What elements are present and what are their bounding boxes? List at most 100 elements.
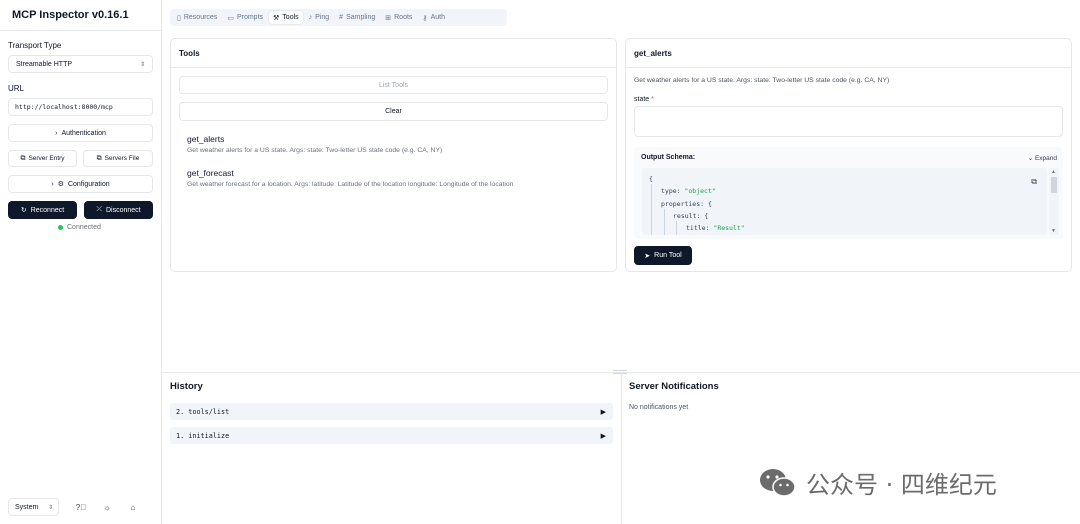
reconnect-button[interactable]: ↻ Reconnect — [8, 201, 77, 219]
history-item-label: 1. initialize — [176, 431, 230, 440]
code-line: properties: { — [661, 200, 712, 208]
app-root: MCP Inspector v0.16.1 Transport Type Str… — [0, 0, 1080, 524]
code-line: { — [649, 175, 653, 183]
message-icon: ▭ — [227, 14, 234, 22]
vertical-divider — [621, 373, 622, 524]
tab-prompts[interactable]: ▭ Prompts — [223, 11, 267, 24]
indent-guide — [664, 209, 665, 235]
output-schema-title: Output Schema: — [641, 154, 696, 161]
configuration-button[interactable]: › ⚙ Configuration — [8, 175, 153, 193]
tab-label: Sampling — [346, 14, 376, 21]
server-entry-label: Server Entry — [28, 155, 65, 162]
copy-icon: ⧉ — [96, 154, 102, 162]
list-tools-button[interactable]: List Tools — [179, 76, 608, 94]
send-icon: ➤ — [644, 252, 651, 260]
tab-auth[interactable]: ⚷ Auth — [418, 11, 449, 24]
expand-button[interactable]: ⌄ Expand — [1028, 154, 1057, 162]
authentication-label: Authentication — [61, 129, 106, 137]
clear-button[interactable]: Clear — [179, 102, 608, 121]
bell-icon: ♪ — [308, 14, 313, 21]
resize-handle[interactable] — [613, 370, 627, 374]
refresh-icon: ↻ — [20, 207, 27, 214]
play-icon[interactable]: ▶ — [601, 432, 606, 440]
scroll-down-icon[interactable]: ▼ — [1051, 228, 1056, 234]
tab-sampling[interactable]: # Sampling — [335, 11, 379, 24]
state-input[interactable] — [634, 106, 1063, 137]
code-line: title: "Result" — [686, 224, 745, 232]
disconnect-label: Disconnect — [105, 206, 141, 214]
unplug-icon: ⤫ — [96, 206, 102, 213]
tab-label: Resources — [183, 14, 218, 21]
tab-roots[interactable]: ⊞ Roots — [381, 11, 416, 24]
tools-panel: Tools List Tools Clear get_alerts Get we… — [170, 38, 617, 272]
watermark-text: 公众号 · 四维纪元 — [806, 471, 997, 499]
tool-detail-panel: get_alerts Get weather alerts for a US s… — [625, 38, 1072, 272]
chevron-up-down-icon: ⇕ — [139, 61, 145, 68]
indent-guide — [676, 221, 677, 235]
tab-label: Roots — [394, 14, 413, 21]
play-icon[interactable]: ▶ — [601, 408, 606, 416]
servers-file-label: Servers File — [104, 155, 140, 162]
run-tool-label: Run Tool — [654, 252, 682, 259]
folder-tree-icon: ⊞ — [385, 14, 392, 22]
chevron-up-down-icon: ⇕ — [47, 504, 53, 511]
sidebar: MCP Inspector v0.16.1 Transport Type Str… — [0, 0, 162, 524]
url-input[interactable]: http://localhost:8000/mcp — [8, 98, 153, 116]
servers-file-button[interactable]: ⧉ Servers File — [83, 150, 153, 167]
bug-icon[interactable]: ☼ — [98, 498, 116, 516]
server-entry-button[interactable]: ⧉ Server Entry — [8, 150, 77, 167]
status-dot-icon — [58, 225, 63, 230]
authentication-button[interactable]: › Authentication — [8, 124, 153, 142]
chevron-down-icon: ⌄ — [1027, 155, 1034, 162]
code-string: "Result" — [713, 224, 745, 232]
server-notifications-title: Server Notifications — [629, 381, 719, 392]
scroll-up-icon[interactable]: ▲ — [1051, 169, 1056, 175]
schema-code-block: { type: "object" properties: { result: {… — [642, 168, 1047, 235]
run-tool-button[interactable]: ➤ Run Tool — [634, 246, 692, 265]
url-label: URL — [8, 84, 25, 93]
github-icon[interactable]: ⌂ — [124, 498, 142, 516]
code-scrollbar[interactable]: ▲ ▼ — [1049, 168, 1059, 235]
tools-panel-title: Tools — [171, 39, 616, 68]
tab-label: Auth — [430, 14, 445, 21]
code-line: result: { — [673, 212, 709, 220]
tool-description: Get weather forecast for a location. Arg… — [187, 181, 514, 188]
history-item[interactable]: 1. initialize ▶ — [170, 427, 613, 444]
code-line: type: "object" — [661, 187, 716, 195]
connection-status: Connected — [58, 224, 101, 231]
watermark: 公众号 · 四维纪元 — [758, 465, 997, 500]
help-icon[interactable]: ?⃝ — [72, 498, 90, 516]
configuration-label: Configuration — [67, 180, 110, 188]
wrench-icon: ⚒ — [273, 14, 280, 22]
tool-name: get_alerts — [187, 134, 225, 144]
tab-ping[interactable]: ♪ Ping — [305, 11, 334, 24]
chevron-right-icon: › — [55, 129, 58, 137]
history-item[interactable]: 2. tools/list ▶ — [170, 403, 613, 420]
scroll-thumb[interactable] — [1051, 177, 1057, 193]
tab-bar: ▯ Resources ▭ Prompts ⚒ Tools ♪ Ping # Sampli… — [170, 9, 507, 26]
disconnect-button[interactable]: ⤫ Disconnect — [84, 201, 153, 219]
gear-icon: ⚙ — [57, 181, 64, 188]
tool-item-get-alerts[interactable]: get_alerts Get weather alerts for a US s… — [187, 134, 442, 154]
indent-guide — [651, 184, 652, 235]
history-title: History — [170, 381, 203, 392]
app-title: MCP Inspector v0.16.1 — [0, 0, 161, 31]
tool-item-get-forecast[interactable]: get_forecast Get weather forecast for a … — [187, 168, 513, 188]
copy-icon[interactable]: ⧉ — [1031, 177, 1037, 187]
status-text: Connected — [67, 224, 101, 231]
param-label: state * — [634, 96, 654, 103]
file-icon: ▯ — [177, 14, 181, 22]
sidebar-footer: System ⇕ ?⃝ ☼ ⌂ — [8, 497, 158, 517]
tab-resources[interactable]: ▯ Resources — [173, 11, 221, 24]
tool-detail-description: Get weather alerts for a US state. Args:… — [634, 77, 890, 84]
tool-name: get_forecast — [187, 168, 234, 178]
key-icon: ⚷ — [422, 14, 428, 22]
hash-icon: # — [339, 14, 344, 21]
theme-select[interactable]: System ⇕ — [8, 498, 59, 516]
transport-type-label: Transport Type — [8, 41, 62, 50]
chevron-right-icon: › — [51, 180, 54, 188]
tab-tools[interactable]: ⚒ Tools — [269, 11, 303, 24]
transport-type-select[interactable]: Streamable HTTP ⇕ — [8, 55, 153, 73]
code-key: title: — [686, 224, 714, 232]
required-marker: * — [651, 96, 654, 103]
